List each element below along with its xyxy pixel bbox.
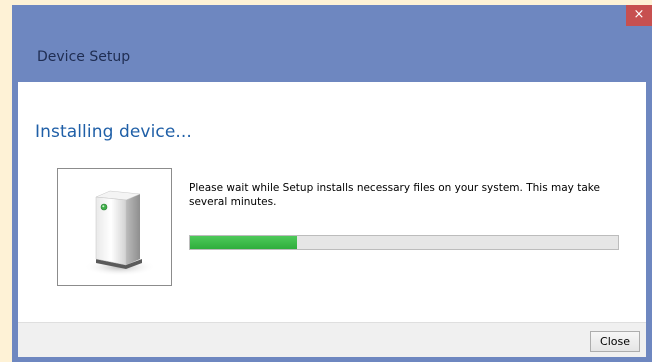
page-title: Installing device... [35,122,192,142]
device-setup-window: × Device Setup Installing device... Plea… [12,5,652,362]
status-message: Please wait while Setup installs necessa… [189,182,600,208]
device-image-frame [57,168,172,286]
device-icon [84,190,156,276]
install-progress-bar [189,235,619,250]
progress-fill [190,236,297,249]
dialog-footer: Close [18,322,646,357]
window-title: Device Setup [37,49,131,65]
close-button[interactable]: Close [590,331,640,352]
content-area: Installing device... Please wait while S… [18,82,646,357]
window-close-icon[interactable]: × [626,5,652,26]
